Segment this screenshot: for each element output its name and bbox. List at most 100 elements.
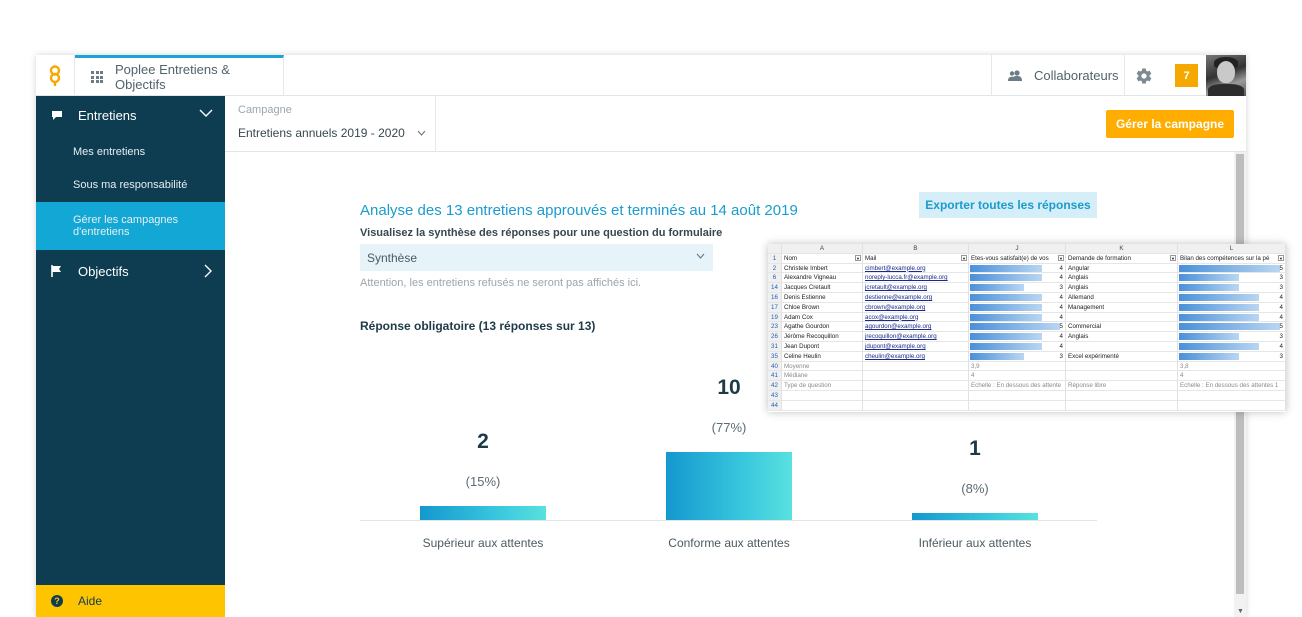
spreadsheet-header-cell[interactable]: Nom ▼ bbox=[782, 253, 863, 264]
spreadsheet-training-cell[interactable] bbox=[1066, 342, 1178, 352]
spreadsheet-skills-cell[interactable]: 4 bbox=[1178, 342, 1286, 352]
spreadsheet-empty-cell[interactable] bbox=[1178, 391, 1286, 401]
spreadsheet-mail-cell[interactable]: cheulin@example.org bbox=[863, 351, 969, 362]
spreadsheet-training-cell[interactable]: Allemand bbox=[1066, 293, 1178, 303]
filter-dropdown-icon[interactable]: ▼ bbox=[1278, 254, 1284, 261]
spreadsheet-header-cell[interactable]: Bilan des compétences sur la pé ▼ bbox=[1178, 253, 1286, 264]
spreadsheet-skills-cell[interactable]: 4 bbox=[1178, 293, 1286, 303]
spreadsheet-training-cell[interactable]: Angular bbox=[1066, 263, 1178, 274]
spreadsheet-empty-cell[interactable] bbox=[969, 400, 1066, 411]
spreadsheet-training-cell[interactable]: Anglais bbox=[1066, 332, 1178, 342]
spreadsheet-column-letter[interactable]: B bbox=[863, 244, 969, 254]
export-answers-button[interactable]: Exporter toutes les réponses bbox=[919, 192, 1097, 218]
spreadsheet-summary-value[interactable] bbox=[1066, 371, 1178, 382]
spreadsheet-name-cell[interactable]: Adam Cox bbox=[782, 312, 863, 323]
spreadsheet-satisfaction-cell[interactable]: 3 bbox=[969, 283, 1066, 293]
spreadsheet-empty-cell[interactable] bbox=[1066, 391, 1178, 401]
email-link[interactable]: cimbert@example.org bbox=[865, 265, 926, 272]
sidebar-item-mes-entretiens[interactable]: Mes entretiens bbox=[36, 137, 225, 167]
spreadsheet-empty-cell[interactable] bbox=[1066, 400, 1178, 411]
spreadsheet-empty-cell[interactable] bbox=[863, 361, 969, 372]
spreadsheet-name-cell[interactable]: Jean Dupont bbox=[782, 342, 863, 352]
email-link[interactable]: jdupont@example.org bbox=[865, 343, 926, 350]
manage-campaign-button[interactable]: Gérer la campagne bbox=[1106, 110, 1234, 138]
filter-dropdown-icon[interactable]: ▼ bbox=[1170, 254, 1176, 261]
filter-dropdown-icon[interactable]: ▼ bbox=[855, 254, 861, 261]
spreadsheet-summary-value[interactable]: Echelle : En dessous des attentes 1 bbox=[1178, 381, 1286, 391]
spreadsheet-column-letter[interactable]: A bbox=[782, 244, 863, 254]
campaign-select[interactable]: Entretiens annuels 2019 - 2020 bbox=[238, 126, 426, 140]
spreadsheet-training-cell[interactable]: Management bbox=[1066, 302, 1178, 313]
spreadsheet-header-cell[interactable]: Etes-vous satisfait(e) de vos ▼ bbox=[969, 253, 1066, 264]
spreadsheet-skills-cell[interactable]: 3 bbox=[1178, 351, 1286, 362]
email-link[interactable]: noreply-lucca.fr@example.org bbox=[865, 274, 948, 281]
spreadsheet-skills-cell[interactable]: 5 bbox=[1178, 263, 1286, 274]
spreadsheet-empty-cell[interactable] bbox=[782, 400, 863, 411]
scroll-down-arrow-icon[interactable]: ▼ bbox=[1237, 608, 1244, 615]
notification-badge[interactable]: 7 bbox=[1175, 64, 1198, 87]
sidebar-section-objectifs[interactable]: Objectifs bbox=[36, 252, 225, 290]
email-link[interactable]: cbrown@example.org bbox=[865, 304, 925, 311]
spreadsheet-satisfaction-cell[interactable]: 4 bbox=[969, 312, 1066, 323]
spreadsheet-name-cell[interactable]: Denis Estienne bbox=[782, 293, 863, 303]
app-switcher[interactable]: Poplee Entretiens & Objectifs bbox=[75, 55, 284, 96]
spreadsheet-skills-cell[interactable]: 4 bbox=[1178, 302, 1286, 313]
help-button[interactable]: ? Aide bbox=[36, 585, 225, 617]
spreadsheet-skills-cell[interactable]: 3 bbox=[1178, 332, 1286, 342]
spreadsheet-empty-cell[interactable] bbox=[863, 400, 969, 411]
email-link[interactable]: jrecoquillon@example.org bbox=[865, 333, 937, 340]
spreadsheet-empty-cell[interactable] bbox=[782, 391, 863, 401]
spreadsheet-training-cell[interactable]: Anglais bbox=[1066, 283, 1178, 293]
email-link[interactable]: destienne@example.org bbox=[865, 294, 932, 301]
spreadsheet-mail-cell[interactable]: jcretault@example.org bbox=[863, 283, 969, 293]
spreadsheet-satisfaction-cell[interactable]: 4 bbox=[969, 293, 1066, 303]
collaborators-link[interactable]: Collaborateurs bbox=[991, 55, 1124, 96]
spreadsheet-skills-cell[interactable]: 3 bbox=[1178, 283, 1286, 293]
spreadsheet-satisfaction-cell[interactable]: 5 bbox=[969, 322, 1066, 333]
spreadsheet-summary-value[interactable] bbox=[1066, 361, 1178, 372]
spreadsheet-column-letter[interactable]: K bbox=[1066, 244, 1178, 254]
spreadsheet-skills-cell[interactable]: 3 bbox=[1178, 273, 1286, 284]
spreadsheet-satisfaction-cell[interactable]: 4 bbox=[969, 342, 1066, 352]
spreadsheet-name-cell[interactable]: Jérôme Recoquillon bbox=[782, 332, 863, 342]
spreadsheet-name-cell[interactable]: Jacques Cretault bbox=[782, 283, 863, 293]
spreadsheet-name-cell[interactable]: Agathe Gourdon bbox=[782, 322, 863, 333]
spreadsheet-empty-cell[interactable] bbox=[863, 391, 969, 401]
spreadsheet-empty-cell[interactable] bbox=[1178, 400, 1286, 411]
spreadsheet-skills-cell[interactable]: 5 bbox=[1178, 322, 1286, 333]
spreadsheet-header-cell[interactable]: Demande de formation ▼ bbox=[1066, 253, 1178, 264]
spreadsheet-satisfaction-cell[interactable]: 4 bbox=[969, 273, 1066, 284]
filter-dropdown-icon[interactable]: ▼ bbox=[1058, 254, 1064, 261]
email-link[interactable]: jcretault@example.org bbox=[865, 284, 927, 291]
spreadsheet-satisfaction-cell[interactable]: 4 bbox=[969, 332, 1066, 342]
spreadsheet-name-cell[interactable]: Christele Imbert bbox=[782, 263, 863, 274]
spreadsheet-summary-value[interactable]: 4 bbox=[969, 371, 1066, 382]
spreadsheet-empty-cell[interactable] bbox=[863, 381, 969, 391]
spreadsheet-column-letter[interactable]: J bbox=[969, 244, 1066, 254]
spreadsheet-training-cell[interactable]: Commercial bbox=[1066, 322, 1178, 333]
spreadsheet-mail-cell[interactable]: cbrown@example.org bbox=[863, 302, 969, 313]
spreadsheet-name-cell[interactable]: Chloe Brown bbox=[782, 302, 863, 313]
spreadsheet-empty-cell[interactable] bbox=[969, 391, 1066, 401]
email-link[interactable]: cheulin@example.org bbox=[865, 353, 925, 360]
spreadsheet-summary-value[interactable]: 4 bbox=[1178, 371, 1286, 382]
spreadsheet-column-letter[interactable]: L bbox=[1178, 244, 1286, 254]
sidebar-section-entretiens[interactable]: Entretiens bbox=[36, 96, 225, 134]
spreadsheet-mail-cell[interactable]: jdupont@example.org bbox=[863, 342, 969, 352]
spreadsheet-summary-label[interactable]: Médiane bbox=[782, 371, 863, 382]
spreadsheet-skills-cell[interactable]: 4 bbox=[1178, 312, 1286, 323]
spreadsheet-satisfaction-cell[interactable]: 3 bbox=[969, 351, 1066, 362]
email-link[interactable]: acox@example.org bbox=[865, 314, 918, 321]
spreadsheet-training-cell[interactable]: Excel expérimenté bbox=[1066, 351, 1178, 362]
email-link[interactable]: agourdon@example.org bbox=[865, 323, 931, 330]
spreadsheet-name-cell[interactable]: Alexandre Vigneau bbox=[782, 273, 863, 284]
spreadsheet-mail-cell[interactable]: destienne@example.org bbox=[863, 293, 969, 303]
spreadsheet-empty-cell[interactable] bbox=[863, 371, 969, 382]
spreadsheet-training-cell[interactable]: Anglais bbox=[1066, 273, 1178, 284]
question-select[interactable]: Synthèse bbox=[360, 244, 713, 271]
spreadsheet-mail-cell[interactable]: jrecoquillon@example.org bbox=[863, 332, 969, 342]
user-avatar[interactable] bbox=[1206, 55, 1246, 96]
spreadsheet-summary-value[interactable]: Réponse libre bbox=[1066, 381, 1178, 391]
sidebar-item-gerer-campagnes[interactable]: Gérer les campagnes d'entretiens bbox=[36, 202, 225, 250]
spreadsheet-summary-value[interactable]: 3,9 bbox=[969, 361, 1066, 372]
